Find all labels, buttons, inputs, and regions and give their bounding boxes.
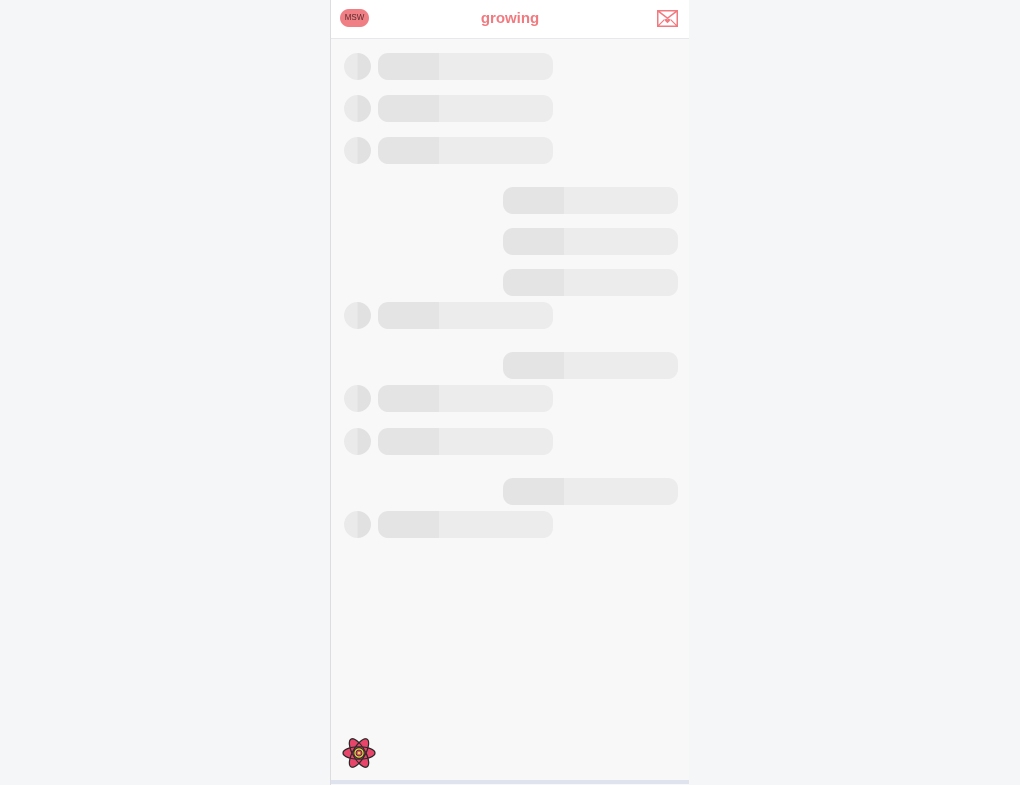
skeleton-avatar — [344, 95, 371, 122]
skeleton-message-right — [503, 478, 678, 505]
skeleton-avatar — [344, 385, 371, 412]
skeleton-bubble — [378, 511, 553, 538]
skeleton-message-left — [344, 511, 554, 538]
skeleton-bubble — [503, 187, 678, 214]
envelope-heart-icon[interactable] — [657, 10, 678, 27]
skeleton-message-left — [344, 53, 554, 80]
app-window: MSW growing — [330, 0, 689, 785]
skeleton-bubble — [503, 478, 678, 505]
skeleton-message-right — [503, 352, 678, 379]
skeleton-bubble — [378, 302, 553, 329]
top-header: MSW growing — [331, 0, 689, 39]
skeleton-message-left — [344, 385, 554, 412]
skeleton-bubble — [503, 352, 678, 379]
skeleton-bubble — [378, 137, 553, 164]
skeleton-avatar — [344, 428, 371, 455]
skeleton-avatar — [344, 137, 371, 164]
skeleton-bubble — [378, 53, 553, 80]
skeleton-message-left — [344, 95, 554, 122]
skeleton-message-left — [344, 428, 554, 455]
skeleton-bubble — [378, 95, 553, 122]
skeleton-bubble — [378, 428, 553, 455]
react-atom-icon[interactable] — [341, 735, 377, 771]
skeleton-message-left — [344, 302, 554, 329]
skeleton-avatar — [344, 53, 371, 80]
skeleton-bubble — [378, 385, 553, 412]
skeleton-avatar — [344, 511, 371, 538]
skeleton-message-right — [503, 187, 678, 214]
skeleton-message-right — [503, 269, 678, 296]
skeleton-message-left — [344, 137, 554, 164]
skeleton-bubble — [503, 228, 678, 255]
page-title: growing — [480, 10, 540, 27]
skeleton-avatar — [344, 302, 371, 329]
skeleton-message-right — [503, 228, 678, 255]
skeleton-bubble — [503, 269, 678, 296]
bottom-scroll-indicator — [331, 780, 689, 784]
